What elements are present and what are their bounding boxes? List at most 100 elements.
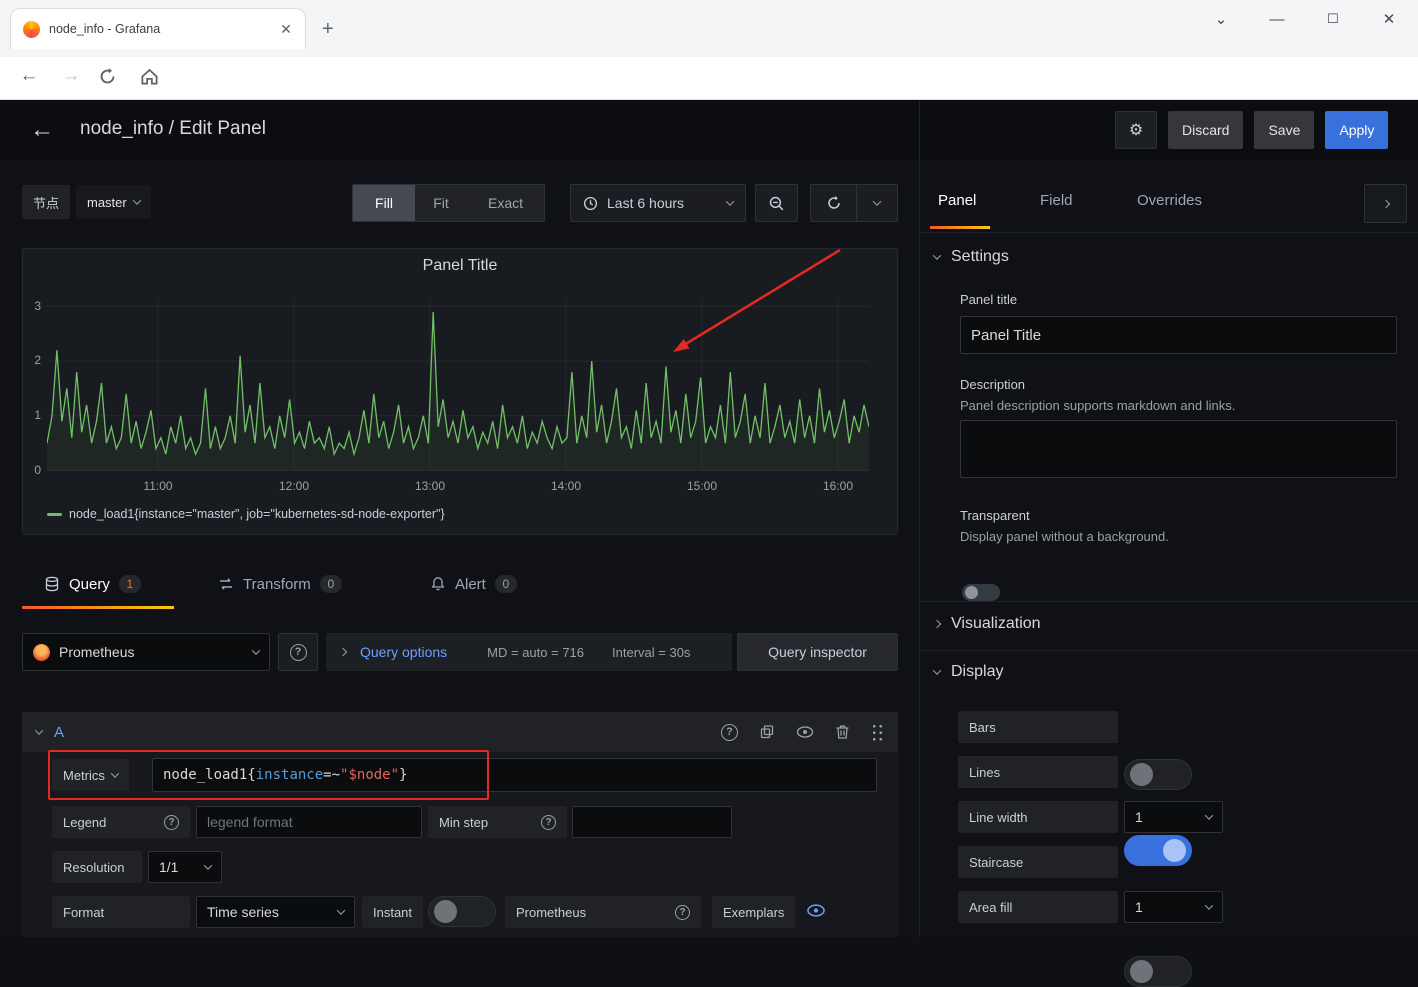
save-button[interactable]: Save <box>1254 111 1315 149</box>
legend-series-name: node_load1{instance="master", job="kuber… <box>69 507 445 521</box>
y-tick-3: 3 <box>34 299 41 313</box>
forward-icon[interactable]: → <box>56 65 86 87</box>
refresh-button[interactable] <box>810 184 857 222</box>
home-icon[interactable] <box>140 67 170 86</box>
y-tick-0: 0 <box>34 463 41 477</box>
area-fill-select[interactable]: 1 <box>1124 891 1223 923</box>
duplicate-query-icon[interactable] <box>759 724 775 740</box>
sidebar-tab-panel[interactable]: Panel <box>938 192 976 209</box>
lines-toggle[interactable] <box>1124 835 1192 866</box>
delete-query-trash-icon[interactable] <box>835 724 850 740</box>
legend-help-icon[interactable]: ? <box>164 814 179 830</box>
chart-legend-item[interactable]: node_load1{instance="master", job="kuber… <box>47 507 445 521</box>
window-close-icon[interactable]: ✕ <box>1374 10 1404 28</box>
refresh-icon <box>827 196 840 209</box>
query-expression-input[interactable]: node_load1{instance =~ "$node"} <box>152 758 877 792</box>
legend-format-input[interactable] <box>196 806 422 838</box>
size-mode-exact[interactable]: Exact <box>467 185 544 221</box>
tab-query[interactable]: Query 1 <box>44 562 141 606</box>
alert-count-badge: 0 <box>494 575 517 593</box>
discard-button[interactable]: Discard <box>1168 111 1244 149</box>
query-options-bar[interactable]: Query options MD = auto = 716 Interval =… <box>326 633 732 671</box>
tab-alert[interactable]: Alert 0 <box>430 562 517 606</box>
bars-toggle[interactable] <box>1124 759 1192 790</box>
zoom-out-button[interactable] <box>755 184 798 222</box>
window-minimize-icon[interactable]: — <box>1262 11 1292 28</box>
settings-section-header[interactable]: Settings <box>932 248 1009 266</box>
browser-tab[interactable]: node_info - Grafana ✕ <box>10 8 306 49</box>
display-section-header[interactable]: Display <box>932 663 1003 681</box>
sidebar-tab-field[interactable]: Field <box>1040 192 1073 209</box>
clock-icon <box>583 196 598 210</box>
area-fill-value: 1 <box>1135 899 1143 915</box>
visualization-section-header[interactable]: Visualization <box>932 615 1041 633</box>
exemplars-eye-icon[interactable] <box>806 903 826 918</box>
new-tab-button[interactable]: + <box>322 18 334 41</box>
option-label-line-width: Line width <box>958 801 1118 833</box>
panel-edit-back-icon[interactable]: ← <box>30 116 54 144</box>
tab-query-label: Query <box>69 575 110 593</box>
description-label: Description <box>960 377 1026 392</box>
min-step-help-icon[interactable]: ? <box>541 814 556 830</box>
y-tick-1: 1 <box>34 408 41 422</box>
database-icon <box>45 576 59 592</box>
window-maximize-icon[interactable]: ☐ <box>1318 11 1348 27</box>
min-step-input[interactable] <box>572 806 732 838</box>
transform-icon <box>220 578 232 590</box>
reload-icon[interactable] <box>98 67 128 86</box>
query-inspector-button[interactable]: Query inspector <box>737 633 898 671</box>
tab-close-icon[interactable]: ✕ <box>277 20 295 38</box>
panel-title-label: Panel title <box>960 292 1018 307</box>
browser-nav-bar: ← → 不安全 | grafana.crab.com/d/1wlvo4o7z/n… <box>0 57 1418 152</box>
sidebar-tab-overrides[interactable]: Overrides <box>1137 192 1202 209</box>
query-options-label[interactable]: Query options <box>360 644 447 660</box>
description-textarea[interactable] <box>960 420 1397 478</box>
chevron-down-icon <box>932 666 942 675</box>
back-icon[interactable]: ← <box>14 65 44 87</box>
staircase-toggle[interactable] <box>1124 956 1192 987</box>
transparent-toggle[interactable] <box>962 584 1000 601</box>
size-mode-fit[interactable]: Fit <box>415 185 467 221</box>
chevron-down-icon <box>872 197 882 206</box>
chevron-down-icon <box>932 251 942 260</box>
time-series-chart <box>47 299 869 471</box>
time-range-picker[interactable]: Last 6 hours <box>570 184 746 222</box>
instant-label: Instant <box>362 896 424 928</box>
datasource-help-button[interactable]: ? <box>278 633 318 671</box>
query-help-icon[interactable]: ? <box>721 723 738 741</box>
x-tick-1500: 15:00 <box>686 479 718 493</box>
description-help-text: Panel description supports markdown and … <box>960 398 1236 413</box>
active-tab-underline <box>22 606 174 609</box>
tab-transform[interactable]: Transform 0 <box>218 562 342 606</box>
window-menu-chevron-icon[interactable]: ⌄ <box>1206 10 1236 28</box>
time-range-label: Last 6 hours <box>607 195 685 211</box>
browser-tab-bar: node_info - Grafana ✕ + ⌄ — ☐ ✕ <box>0 0 1418 57</box>
chevron-down-icon <box>1204 811 1214 820</box>
disable-query-eye-icon[interactable] <box>796 725 814 739</box>
expr-label: instance <box>255 767 324 783</box>
collapse-chevron-icon[interactable] <box>34 726 44 735</box>
resolution-select[interactable]: 1/1 <box>148 851 222 883</box>
panel-preview[interactable]: Panel Title 3 2 1 0 11:00 12:00 13:00 14… <box>22 248 898 535</box>
chevron-down-icon <box>1204 901 1214 910</box>
grafana-favicon-icon <box>23 20 40 38</box>
size-mode-fill[interactable]: Fill <box>353 185 415 221</box>
x-tick-1400: 14:00 <box>550 479 582 493</box>
line-width-select[interactable]: 1 <box>1124 801 1223 833</box>
metrics-dropdown[interactable]: Metrics <box>52 759 129 791</box>
panel-title: Panel Title <box>422 257 498 274</box>
datasource-picker[interactable]: Prometheus <box>22 633 270 671</box>
format-select[interactable]: Time series <box>196 896 355 928</box>
option-label-bars: Bars <box>958 711 1118 743</box>
prometheus-help-icon[interactable]: ? <box>675 904 690 920</box>
instant-toggle[interactable] <box>428 896 496 927</box>
x-tick-1300: 13:00 <box>414 479 446 493</box>
apply-button[interactable]: Apply <box>1325 111 1389 149</box>
panel-title-input[interactable] <box>960 316 1397 354</box>
dashboard-settings-gear-icon[interactable]: ⚙ <box>1115 111 1157 149</box>
variable-value-dropdown[interactable]: master <box>76 185 151 219</box>
refresh-interval-dropdown[interactable] <box>857 184 898 222</box>
drag-handle-icon[interactable] <box>871 723 884 741</box>
query-row-header[interactable]: A ? <box>22 712 898 752</box>
collapse-sidebar-button[interactable] <box>1364 184 1407 223</box>
